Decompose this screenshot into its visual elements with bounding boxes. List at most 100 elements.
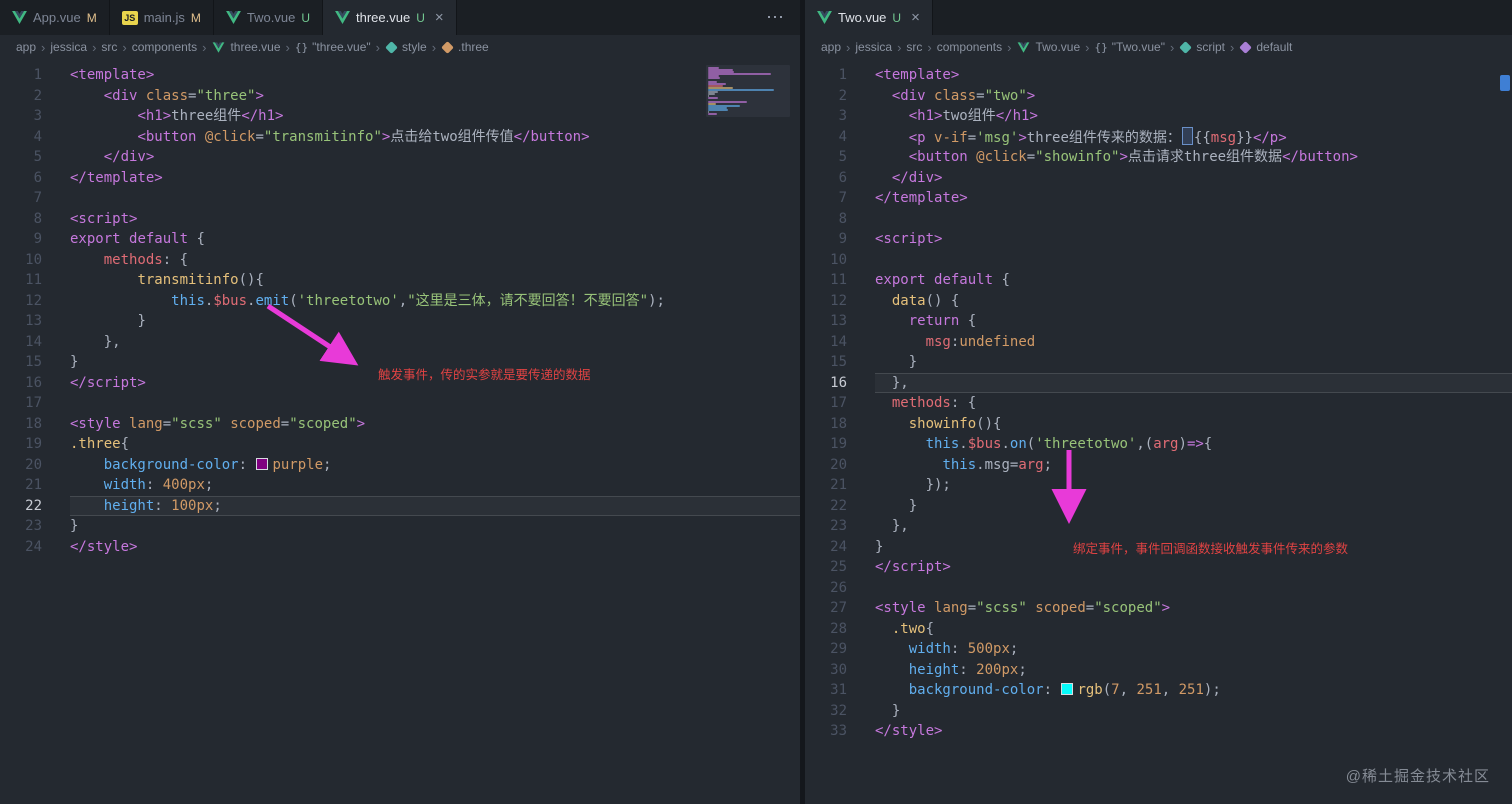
breadcrumb-item[interactable]: Two.vue — [1016, 40, 1080, 54]
line-number: 24 — [830, 538, 847, 555]
tab-close-icon[interactable]: × — [435, 9, 444, 26]
code-line[interactable]: <p v-if='msg'>three组件传来的数据： {{msg}}</p> — [875, 126, 1512, 148]
breadcrumb-item[interactable]: script — [1179, 40, 1225, 54]
code-line[interactable]: </div> — [875, 168, 1512, 189]
gutter[interactable]: 1 2 3 4 5 6 7 8 9 10 11 12 13 14 15 16 17 18 19 20 21 22 23 24 — [0, 65, 50, 804]
more-actions-icon[interactable]: ⋯ — [750, 0, 800, 35]
code-line[interactable]: <h1>two组件</h1> — [875, 106, 1512, 127]
code-line[interactable]: background-color: purple; — [70, 455, 800, 476]
line-number: 24 — [25, 538, 42, 555]
code-line[interactable]: <h1>three组件</h1> — [70, 106, 800, 127]
code-line[interactable] — [875, 250, 1512, 271]
code-line[interactable]: </template> — [875, 188, 1512, 209]
code-line[interactable]: return { — [875, 311, 1512, 332]
code-line[interactable] — [70, 188, 800, 209]
code-line[interactable]: }, — [875, 373, 1512, 394]
code-line[interactable]: </style> — [875, 721, 1512, 742]
code-line[interactable]: <script> — [875, 229, 1512, 250]
code-line[interactable]: <style lang="scss" scoped="scoped"> — [70, 414, 800, 435]
breadcrumb-item[interactable]: components — [937, 40, 1002, 54]
tab-close-icon[interactable]: × — [911, 9, 920, 26]
annotation-text-right: 绑定事件，事件回调函数接收触发事件传来的参数 — [1073, 542, 1349, 556]
code-line[interactable]: transmitinfo(){ — [70, 270, 800, 291]
symbol-script-icon — [1179, 40, 1193, 54]
breadcrumb-item[interactable]: three.vue — [211, 40, 281, 54]
code-line[interactable]: .three{ — [70, 434, 800, 455]
code-line[interactable]: </script> — [875, 557, 1512, 578]
text-cursor — [1181, 126, 1193, 145]
code-line[interactable]: <template> — [875, 65, 1512, 86]
breadcrumb-item[interactable]: default — [1239, 40, 1292, 54]
code-line[interactable]: height: 200px; — [875, 660, 1512, 681]
code-line[interactable]: } — [70, 516, 800, 537]
code-line[interactable]: <div class="three"> — [70, 86, 800, 107]
line-number: 15 — [25, 354, 42, 370]
tab-App.vue[interactable]: App.vue M — [0, 0, 110, 35]
line-number: 18 — [25, 415, 42, 432]
tab-Two.vue[interactable]: Two.vue U × — [805, 0, 933, 35]
code-line[interactable]: this.msg=arg; — [875, 455, 1512, 476]
code-line[interactable]: } — [875, 496, 1512, 517]
code-line[interactable]: methods: { — [875, 393, 1512, 414]
code-line[interactable]: } — [875, 701, 1512, 722]
code-line[interactable]: }, — [875, 516, 1512, 537]
breadcrumb-item[interactable]: app — [16, 40, 36, 54]
breadcrumb-item[interactable]: .three — [441, 40, 489, 54]
code-line[interactable]: methods: { — [70, 250, 800, 271]
code-line[interactable]: <script> — [70, 209, 800, 230]
code-line[interactable]: msg:undefined — [875, 332, 1512, 353]
code-line[interactable]: height: 100px; — [70, 496, 800, 517]
code-line[interactable]: <div class="two"> — [875, 86, 1512, 107]
code-line[interactable]: .two{ — [875, 619, 1512, 640]
code-line[interactable]: this.$bus.on('threetotwo',(arg)=>{ — [875, 434, 1512, 455]
code-line[interactable] — [875, 578, 1512, 599]
code-line[interactable]: export default { — [875, 270, 1512, 291]
line-number: 14 — [25, 333, 42, 350]
breadcrumb-item[interactable]: src — [101, 40, 117, 54]
breadcrumb-separator: › — [431, 39, 437, 55]
code-line[interactable]: <style lang="scss" scoped="scoped"> — [875, 598, 1512, 619]
code-line[interactable]: <template> — [70, 65, 800, 86]
code-line[interactable]: <button @click="showinfo">点击请求three组件数据<… — [875, 147, 1512, 168]
code-line[interactable]: </style> — [70, 537, 800, 558]
code-line[interactable] — [70, 393, 800, 414]
code-line[interactable]: export default { — [70, 229, 800, 250]
breadcrumb-item[interactable]: jessica — [855, 40, 892, 54]
code-line[interactable]: data() { — [875, 291, 1512, 312]
code-line[interactable] — [875, 209, 1512, 230]
breadcrumb-item[interactable]: src — [906, 40, 922, 54]
code-line[interactable]: } — [875, 352, 1512, 373]
line-number: 23 — [830, 518, 847, 534]
code-line[interactable]: width: 400px; — [70, 475, 800, 496]
tab-main.js[interactable]: JS main.js M — [109, 0, 214, 35]
git-status-badge: M — [86, 10, 97, 25]
code-line[interactable]: </template> — [70, 168, 800, 189]
code-line[interactable]: <button @click="transmitinfo">点击给two组件传值… — [70, 127, 800, 148]
code-content[interactable]: <template> <div class="two"> <h1>two组件</… — [855, 65, 1512, 804]
minimap[interactable] — [706, 65, 790, 117]
code-editor-two-vue[interactable]: 1 2 3 4 5 6 7 8 9 10 11 12 13 14 15 16 17 18 19 20 21 22 23 24 2… — [805, 59, 1512, 804]
breadcrumb-item[interactable]: jessica — [50, 40, 87, 54]
breadcrumb-item[interactable]: style — [385, 40, 427, 54]
gutter[interactable]: 1 2 3 4 5 6 7 8 9 10 11 12 13 14 15 16 17 18 19 20 21 22 23 24 2… — [805, 65, 855, 804]
code-content[interactable]: <template> <div class="three"> <h1>three… — [50, 65, 800, 804]
breadcrumb-item[interactable]: {} "Two.vue" — [1095, 40, 1165, 54]
line-number: 13 — [25, 313, 42, 329]
code-line[interactable]: background-color: rgb(7, 251, 251); — [875, 680, 1512, 701]
code-line[interactable]: width: 500px; — [875, 639, 1512, 660]
breadcrumb-item[interactable]: components — [132, 40, 197, 54]
code-line[interactable]: } — [70, 311, 800, 332]
code-line[interactable]: showinfo(){ — [875, 414, 1512, 435]
tab-three.vue[interactable]: three.vue U × — [322, 0, 457, 35]
code-line[interactable]: </div> — [70, 147, 800, 168]
breadcrumb-item[interactable]: {} "three.vue" — [295, 40, 371, 54]
tab-Two.vue[interactable]: Two.vue U — [213, 0, 323, 35]
code-line[interactable]: }); — [875, 475, 1512, 496]
code-editor-three-vue[interactable]: 1 2 3 4 5 6 7 8 9 10 11 12 13 14 15 16 17 18 19 20 21 22 23 24 … — [0, 59, 800, 804]
code-line[interactable]: }, — [70, 332, 800, 353]
line-number: 17 — [830, 395, 847, 411]
breadcrumb-item[interactable]: app — [821, 40, 841, 54]
code-line[interactable]: this.$bus.emit('threetotwo',"这里是三体，请不要回答… — [70, 291, 800, 312]
breadcrumb-separator: › — [375, 39, 381, 55]
js-icon: JS — [121, 10, 138, 25]
